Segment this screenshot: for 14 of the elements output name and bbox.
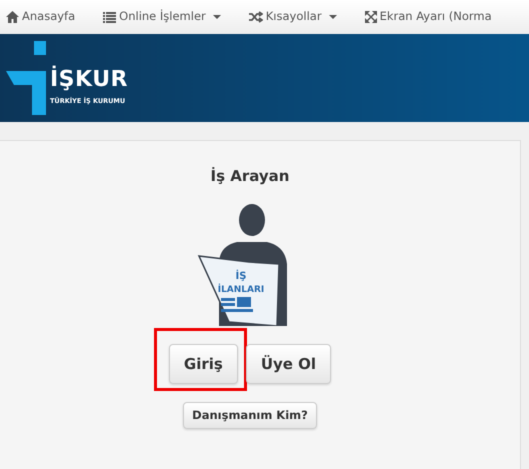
nav-link[interactable]: Anasayfa <box>6 8 76 26</box>
action-button[interactable]: Üye Ol <box>246 344 332 384</box>
shuffle-icon <box>248 11 263 23</box>
advisor-button[interactable]: Danışmanım Kim? <box>183 402 317 430</box>
logo-icon <box>6 41 46 115</box>
job-seeker-drawing: İŞ İLANLARI <box>197 204 303 326</box>
panel-title: İş Arayan <box>210 166 290 187</box>
expand-icon <box>364 11 377 23</box>
list-icon <box>103 12 116 22</box>
nav-link[interactable]: Kısayollar <box>248 8 337 26</box>
home-icon <box>6 11 19 23</box>
nav-link[interactable]: Online İşlemler <box>103 8 221 26</box>
nav-link[interactable]: Ekran Ayarı (Norma <box>364 8 492 26</box>
action-button[interactable]: Giriş <box>168 344 238 384</box>
